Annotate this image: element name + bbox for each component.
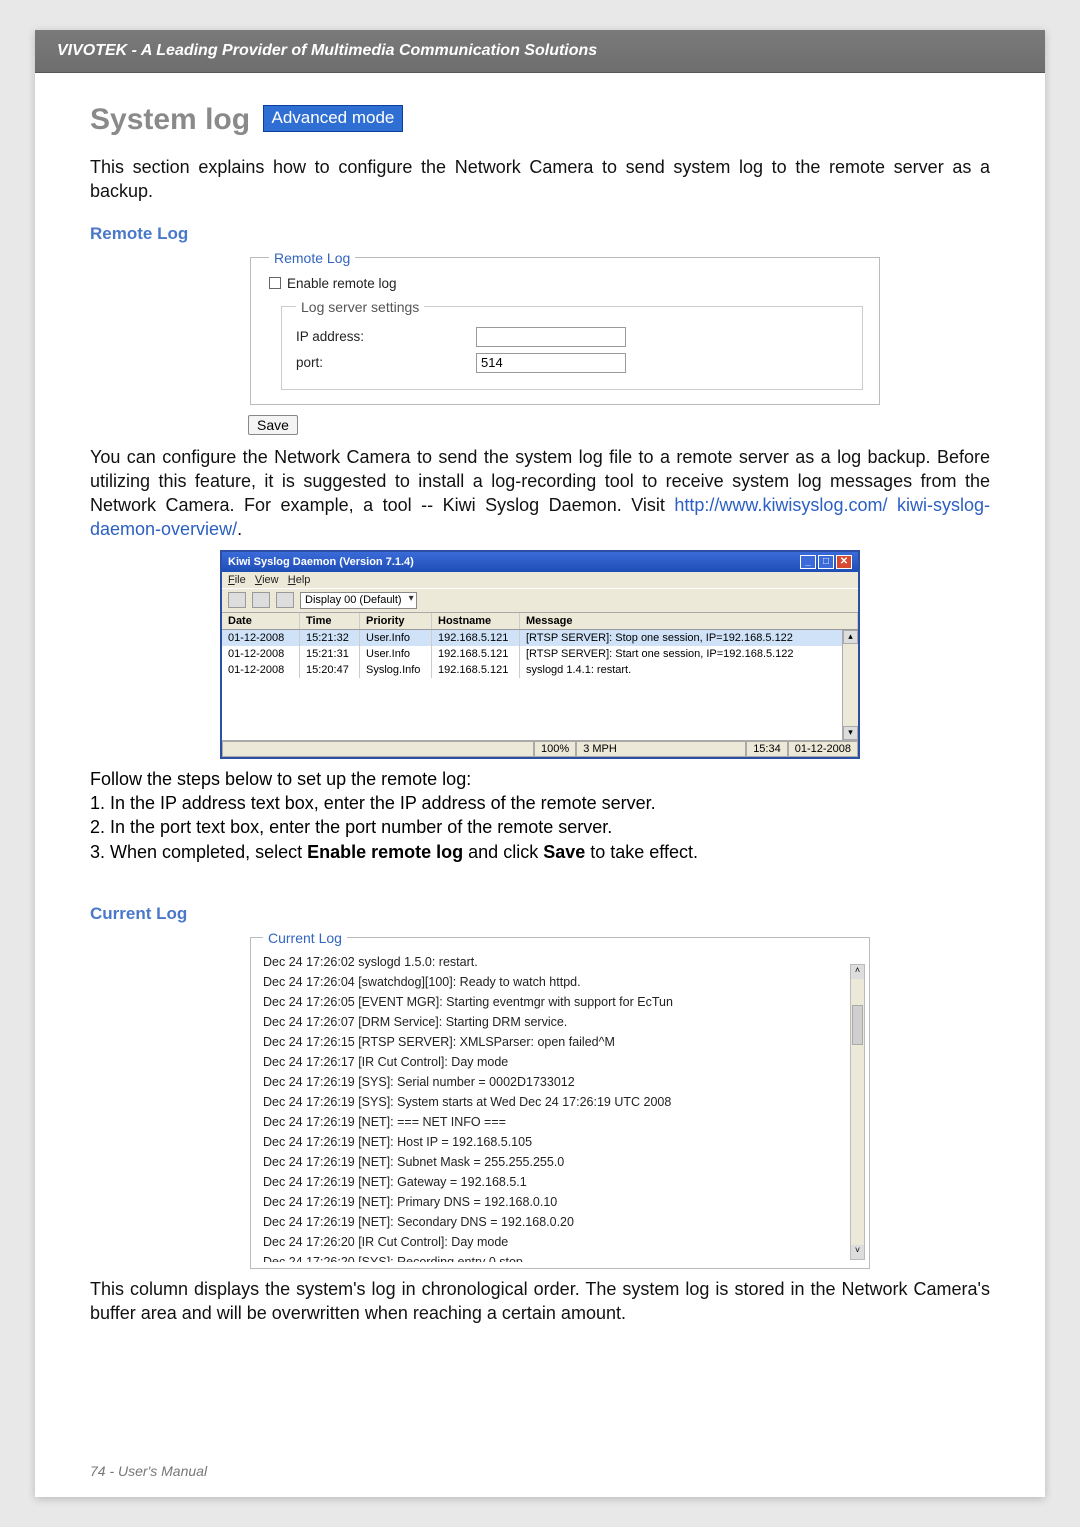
table-row[interactable]: 01-12-200815:21:32User.Info192.168.5.121… <box>222 630 858 646</box>
advanced-mode-badge: Advanced mode <box>263 105 404 132</box>
scroll-up-icon[interactable]: ˄ <box>851 965 864 979</box>
ip-address-input[interactable] <box>476 327 626 347</box>
current-log-legend: Current Log <box>263 930 347 946</box>
current-log-desc: This column displays the system's log in… <box>90 1277 990 1326</box>
scroll-down-icon[interactable]: ˅ <box>851 1245 864 1259</box>
log-server-settings-fieldset: Log server settings IP address: port: <box>281 299 863 390</box>
kiwi-table-header: Date Time Priority Hostname Message <box>222 613 858 630</box>
remote-log-fieldset: Remote Log Enable remote log Log server … <box>250 250 880 405</box>
remote-log-desc: You can configure the Network Camera to … <box>90 445 990 542</box>
menu-help[interactable]: Help <box>288 574 311 586</box>
toolbar-icon-3[interactable] <box>276 592 294 608</box>
toolbar-icon-2[interactable] <box>252 592 270 608</box>
kiwi-status-bar: 100% 3 MPH 15:34 01-12-2008 <box>222 740 858 757</box>
remote-log-legend: Remote Log <box>269 250 355 266</box>
current-log-fieldset: Current Log Dec 24 17:26:02 syslogd 1.5.… <box>250 930 870 1269</box>
kiwi-scrollbar[interactable]: ▴ ▾ <box>842 630 858 740</box>
toolbar-icon-1[interactable] <box>228 592 246 608</box>
kiwi-window-title: Kiwi Syslog Daemon (Version 7.1.4) <box>228 556 414 568</box>
current-log-scrollbar[interactable]: ˄ ˅ <box>850 964 865 1260</box>
display-select[interactable]: Display 00 (Default) <box>300 592 417 609</box>
minimize-icon[interactable]: _ <box>800 555 816 569</box>
current-log-body: Dec 24 17:26:02 syslogd 1.5.0: restart. … <box>263 952 869 1262</box>
menu-view[interactable]: View <box>255 574 279 586</box>
port-label: port: <box>296 355 476 370</box>
maximize-icon[interactable]: □ <box>818 555 834 569</box>
page-footer: 74 - User's Manual <box>90 1463 207 1479</box>
kiwi-window: Kiwi Syslog Daemon (Version 7.1.4) _ □ ✕… <box>220 550 860 759</box>
header-banner: VIVOTEK - A Leading Provider of Multimed… <box>35 30 1045 73</box>
ip-address-label: IP address: <box>296 329 476 344</box>
kiwi-menu-bar: FFileile View Help <box>222 572 858 588</box>
intro-text: This section explains how to configure t… <box>90 155 990 204</box>
table-row[interactable]: 01-12-200815:20:47Syslog.Info192.168.5.1… <box>222 662 858 678</box>
scroll-up-icon[interactable]: ▴ <box>843 630 858 644</box>
enable-remote-log-label: Enable remote log <box>287 276 397 291</box>
log-server-settings-legend: Log server settings <box>296 299 424 315</box>
scroll-down-icon[interactable]: ▾ <box>843 726 858 740</box>
remote-log-heading: Remote Log <box>90 224 990 244</box>
port-input[interactable] <box>476 353 626 373</box>
table-row[interactable]: 01-12-200815:21:31User.Info192.168.5.121… <box>222 646 858 662</box>
scroll-thumb[interactable] <box>852 1005 863 1045</box>
kiwi-link-1[interactable]: http://www.kiwisyslog.com/ <box>674 495 887 515</box>
page-title: System log <box>90 103 250 137</box>
enable-remote-log-checkbox[interactable] <box>269 277 281 289</box>
current-log-heading: Current Log <box>90 904 990 924</box>
save-button[interactable]: Save <box>248 415 298 435</box>
menu-file[interactable]: FFileile <box>228 574 246 586</box>
close-icon[interactable]: ✕ <box>836 555 852 569</box>
steps-block: Follow the steps below to set up the rem… <box>90 767 990 864</box>
